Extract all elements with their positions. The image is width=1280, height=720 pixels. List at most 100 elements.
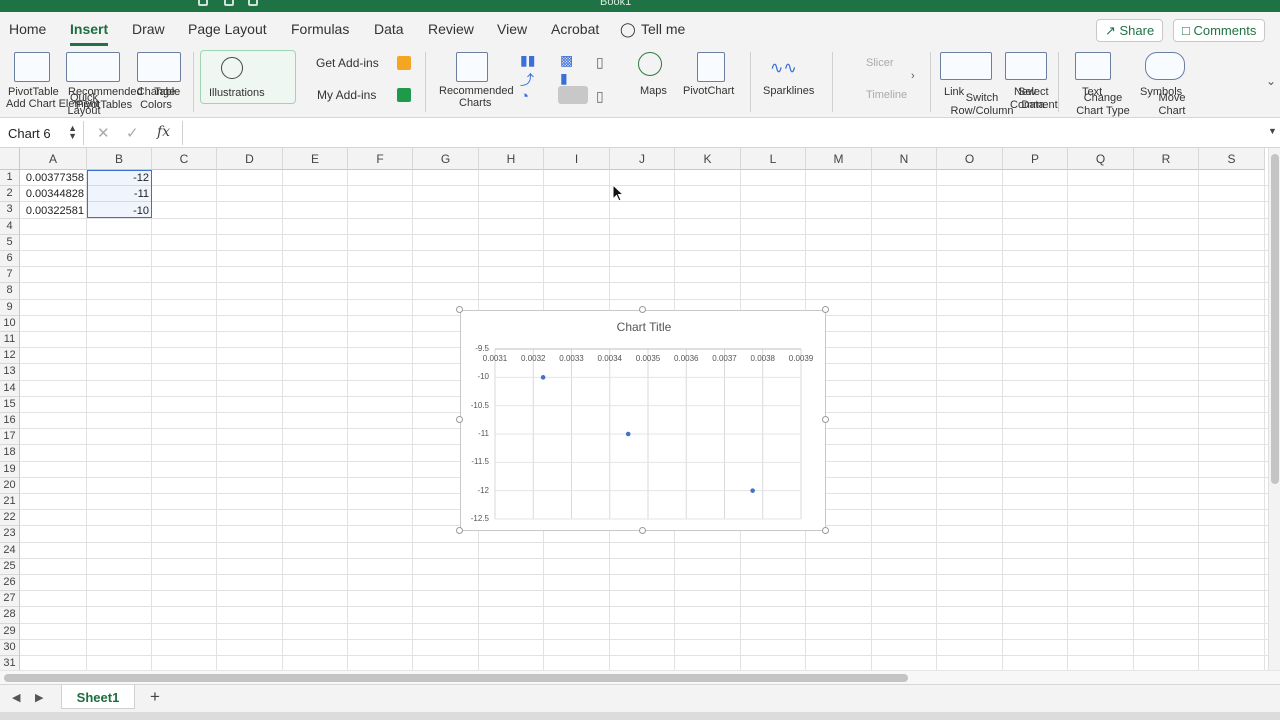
- column-header-j[interactable]: J: [610, 148, 675, 170]
- addin-store-icon[interactable]: [397, 56, 411, 70]
- cell-B2[interactable]: -11: [88, 186, 149, 202]
- row-header-24[interactable]: 24: [0, 542, 20, 559]
- row-header-17[interactable]: 17: [0, 429, 20, 446]
- column-chart-icon[interactable]: ▮▮: [520, 52, 535, 69]
- expand-formula-icon[interactable]: ▼: [1268, 126, 1277, 136]
- save-icon[interactable]: [248, 0, 258, 6]
- sparklines-icon[interactable]: ∿∿: [770, 58, 797, 78]
- tab-acrobat[interactable]: Acrobat: [551, 21, 599, 37]
- chart-resize-handle-se[interactable]: [822, 527, 829, 534]
- column-header-o[interactable]: O: [937, 148, 1003, 170]
- tab-home[interactable]: Home: [9, 21, 46, 37]
- row-header-2[interactable]: 2: [0, 186, 20, 203]
- vertical-scroll-thumb[interactable]: [1271, 154, 1279, 484]
- tab-review[interactable]: Review: [428, 21, 474, 37]
- column-header-e[interactable]: E: [283, 148, 348, 170]
- row-header-6[interactable]: 6: [0, 251, 20, 268]
- timeline-button[interactable]: Timeline: [866, 89, 907, 102]
- illustrations-button[interactable]: Illustrations: [200, 50, 296, 104]
- cancel-icon[interactable]: ✕: [97, 124, 110, 142]
- pivottable-icon[interactable]: [14, 52, 50, 82]
- chart-resize-handle-s[interactable]: [639, 527, 646, 534]
- row-header-31[interactable]: 31: [0, 656, 20, 670]
- chart-resize-handle-e[interactable]: [822, 416, 829, 423]
- waterfall-chart-icon[interactable]: ▯: [596, 54, 604, 71]
- horizontal-scrollbar[interactable]: [0, 670, 1280, 684]
- row-header-8[interactable]: 8: [0, 283, 20, 300]
- column-header-b[interactable]: B: [87, 148, 152, 170]
- column-header-i[interactable]: I: [544, 148, 610, 170]
- pivotchart-button[interactable]: PivotChart: [683, 85, 734, 98]
- new-comment-icon[interactable]: [1005, 52, 1047, 80]
- previous-sheet-icon[interactable]: ◀: [12, 691, 20, 704]
- share-button[interactable]: ↗ Share: [1096, 19, 1164, 42]
- row-header-18[interactable]: 18: [0, 445, 20, 462]
- embedded-chart[interactable]: Chart Title 0.0031 0.0032 0.0033 0.0034 0.00…: [460, 310, 826, 531]
- combo-chart-icon[interactable]: ▯: [596, 88, 604, 105]
- pie-chart-icon[interactable]: ◔: [520, 88, 529, 105]
- chart-resize-handle-n[interactable]: [639, 306, 646, 313]
- row-header-20[interactable]: 20: [0, 477, 20, 494]
- row-header-21[interactable]: 21: [0, 494, 20, 511]
- sheet-tab-sheet1[interactable]: Sheet1: [61, 685, 135, 709]
- autosave-icon[interactable]: [198, 0, 208, 6]
- move-chart-icon[interactable]: [1145, 52, 1185, 80]
- column-header-f[interactable]: F: [348, 148, 413, 170]
- recommended-pivottables-icon[interactable]: [66, 52, 120, 82]
- column-header-s[interactable]: S: [1199, 148, 1265, 170]
- chart-resize-handle-nw[interactable]: [456, 306, 463, 313]
- link-icon[interactable]: [940, 52, 992, 80]
- row-header-25[interactable]: 25: [0, 558, 20, 575]
- pivotchart-icon[interactable]: [697, 52, 725, 82]
- enter-icon[interactable]: ✓: [126, 124, 139, 142]
- row-header-1[interactable]: 1: [0, 170, 20, 187]
- maps-icon[interactable]: [638, 52, 662, 76]
- column-header-p[interactable]: P: [1003, 148, 1068, 170]
- people-graph-icon[interactable]: [397, 88, 411, 102]
- row-header-23[interactable]: 23: [0, 526, 20, 543]
- name-box-stepper-icon[interactable]: ▲ ▼: [68, 124, 77, 141]
- column-header-l[interactable]: L: [741, 148, 806, 170]
- row-header-11[interactable]: 11: [0, 332, 20, 349]
- home-icon[interactable]: [224, 0, 234, 6]
- chart-resize-handle-w[interactable]: [456, 416, 463, 423]
- tab-formulas[interactable]: Formulas: [291, 21, 349, 37]
- column-header-k[interactable]: K: [675, 148, 741, 170]
- insert-function-icon[interactable]: fx: [157, 124, 170, 140]
- row-header-12[interactable]: 12: [0, 348, 20, 365]
- chart-title[interactable]: Chart Title: [461, 320, 827, 334]
- tell-me-search[interactable]: Tell me: [641, 21, 685, 37]
- formula-input[interactable]: [182, 121, 1268, 145]
- change-chart-type-button[interactable]: Change Chart Type: [1074, 92, 1132, 118]
- column-header-r[interactable]: R: [1134, 148, 1199, 170]
- cell-B1[interactable]: -12: [88, 170, 149, 186]
- scatter-chart-icon[interactable]: [558, 86, 588, 104]
- cell-A3[interactable]: 0.00322581: [21, 203, 84, 219]
- slicer-button[interactable]: Slicer: [866, 57, 894, 70]
- row-header-16[interactable]: 16: [0, 413, 20, 430]
- row-header-13[interactable]: 13: [0, 364, 20, 381]
- column-header-d[interactable]: D: [217, 148, 283, 170]
- chart-point[interactable]: [540, 375, 546, 380]
- column-header-n[interactable]: N: [872, 148, 937, 170]
- cell-A1[interactable]: 0.00377358: [21, 170, 84, 186]
- name-box[interactable]: Chart 6 ▲ ▼: [0, 121, 84, 145]
- select-all-corner[interactable]: [0, 148, 20, 170]
- chart-type-gallery[interactable]: ▮▮ ▩ ⤴ ▮ ◔ ▯ ▯: [520, 52, 632, 108]
- row-header-26[interactable]: 26: [0, 575, 20, 592]
- my-addins-button[interactable]: My Add-ins: [317, 89, 376, 102]
- row-header-28[interactable]: 28: [0, 607, 20, 624]
- select-data-button[interactable]: Select Data: [1018, 86, 1049, 112]
- change-chart-type-icon[interactable]: [1075, 52, 1111, 80]
- statistic-chart-icon[interactable]: ▮: [560, 70, 568, 87]
- chart-point[interactable]: [750, 488, 755, 493]
- tab-draw[interactable]: Draw: [132, 21, 165, 37]
- column-header-m[interactable]: M: [806, 148, 872, 170]
- horizontal-scroll-thumb[interactable]: [4, 674, 908, 682]
- recommended-charts-icon[interactable]: [456, 52, 488, 82]
- row-header-5[interactable]: 5: [0, 234, 20, 251]
- row-header-27[interactable]: 27: [0, 591, 20, 608]
- add-sheet-button[interactable]: +: [150, 687, 160, 707]
- comments-button[interactable]: □ Comments: [1173, 19, 1266, 42]
- hierarchy-chart-icon[interactable]: ▩: [560, 52, 573, 69]
